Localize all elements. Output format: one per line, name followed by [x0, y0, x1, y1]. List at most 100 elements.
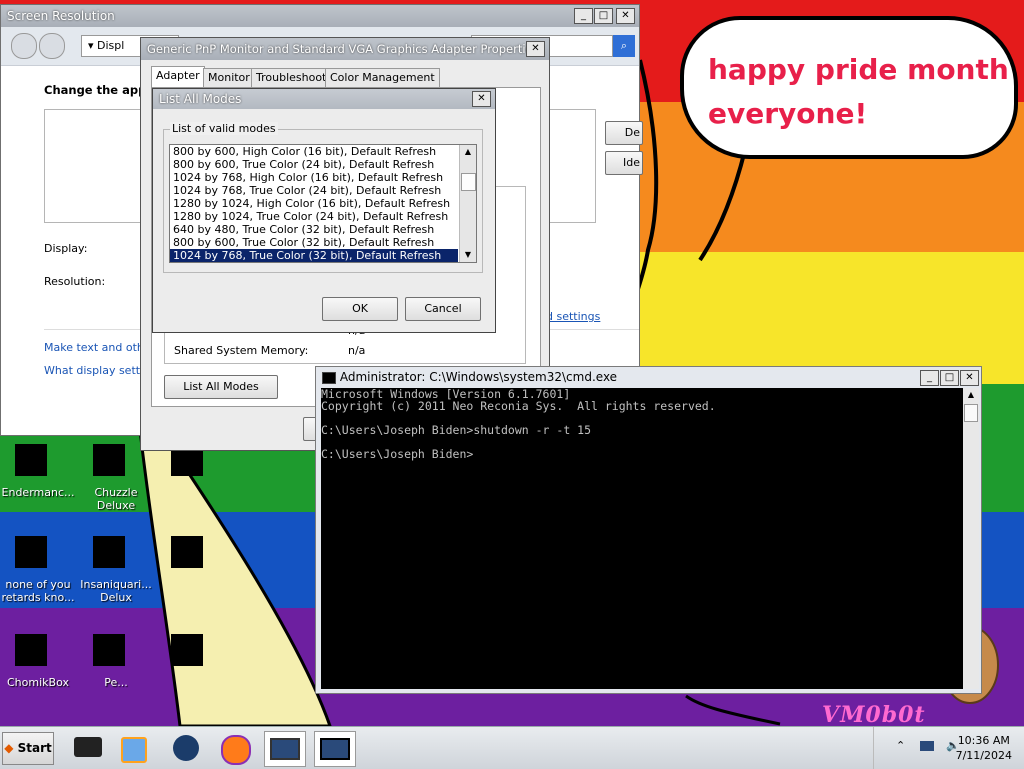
speech-bubble: happy pride month everyone! [680, 16, 1018, 159]
tab-monitor[interactable]: Monitor [203, 68, 255, 87]
desktop-icon-chomikbox[interactable]: ChomikBox [0, 626, 76, 689]
desktop-icon-6[interactable] [156, 528, 232, 578]
maximize-button[interactable]: □ [940, 370, 959, 386]
network-icon[interactable] [920, 741, 934, 751]
tab-troubleshoot[interactable]: Troubleshoot [251, 68, 332, 87]
taskbar-display-settings-icon[interactable] [264, 731, 306, 767]
mode-list-item[interactable]: 800 by 600, High Color (16 bit), Default… [170, 145, 458, 158]
desktop-icon-endermanch[interactable]: Endermanc... [0, 436, 76, 499]
desktop-icon-label: Endermanc... [1, 486, 75, 499]
dialog-title: List All Modes [159, 92, 242, 106]
desktop-icon-label: Chuzzle Deluxe [94, 486, 138, 512]
fish-icon [93, 536, 125, 568]
speech-line-2: everyone! [708, 97, 868, 130]
desktop-icon-label: Pe... [104, 676, 128, 689]
mode-list-item[interactable]: 1024 by 768, True Color (32 bit), Defaul… [170, 249, 458, 262]
mode-list-item[interactable]: 800 by 600, True Color (32 bit), Default… [170, 236, 458, 249]
desktop-icon-9[interactable] [156, 626, 232, 676]
vmobot-watermark: VM0b0t [822, 702, 926, 726]
desktop-icon-chrome[interactable]: none of you retards kno... [0, 528, 76, 604]
window-title: Administrator: C:\Windows\system32\cmd.e… [339, 370, 618, 384]
cancel-button[interactable]: Cancel [405, 297, 481, 321]
page-heading: Change the appe [44, 83, 155, 97]
forward-button[interactable] [39, 33, 65, 59]
game-icon [93, 444, 125, 476]
app-icon [171, 634, 203, 666]
ok-button[interactable]: OK [322, 297, 398, 321]
taskbar-app-icon[interactable] [68, 731, 108, 765]
console-line: C:\Users\Joseph Biden>shutdown -r -t 15 [321, 423, 592, 437]
close-button[interactable]: ✕ [616, 8, 635, 24]
search-icon[interactable]: ⌕ [613, 35, 635, 57]
tab-color-management[interactable]: Color Management [325, 68, 440, 87]
address-text: Displ [97, 39, 125, 52]
cmd-window: Administrator: C:\Windows\system32\cmd.e… [315, 366, 982, 694]
console-output[interactable]: Microsoft Windows [Version 6.1.7601] Copy… [321, 388, 963, 689]
desktop-icon-label: none of you retards kno... [1, 578, 75, 604]
mode-list-item[interactable]: 1024 by 768, High Color (16 bit), Defaul… [170, 171, 458, 184]
back-button[interactable] [11, 33, 37, 59]
app-icon [15, 444, 47, 476]
desktop-icon-label: ChomikBox [7, 676, 69, 689]
app-icon [93, 634, 125, 666]
hamster-icon [15, 634, 47, 666]
identify-button[interactable]: Ide [605, 151, 643, 175]
taskbar-cmd-icon[interactable] [314, 731, 356, 767]
taskbar-media-player-icon[interactable] [114, 731, 154, 765]
speech-line-1: happy pride month [708, 53, 1009, 86]
display-label: Display: [44, 242, 88, 255]
scroll-thumb[interactable] [461, 173, 476, 191]
start-label: Start [17, 741, 52, 755]
chevron-down-icon: ▾ [88, 39, 98, 52]
start-button[interactable]: ◆ Start [2, 732, 54, 765]
clock-date: 7/11/2024 [955, 749, 1012, 762]
windows-logo-icon: ◆ [4, 741, 14, 755]
chrome-icon [15, 536, 47, 568]
vertical-scrollbar[interactable]: ▲ [963, 388, 979, 689]
shared-memory-value: n/a [348, 344, 366, 357]
mode-list-item[interactable]: 800 by 600, True Color (24 bit), Default… [170, 158, 458, 171]
archive-icon [171, 536, 203, 568]
properties-titlebar[interactable]: Generic PnP Monitor and Standard VGA Gra… [141, 38, 549, 60]
detect-button[interactable]: De [605, 121, 643, 145]
close-button[interactable]: ✕ [960, 370, 979, 386]
clock[interactable]: 10:36 AM 7/11/2024 [956, 733, 1012, 763]
taskbar-globe-icon[interactable] [166, 731, 206, 765]
mode-list-item[interactable]: 640 by 480, True Color (32 bit), Default… [170, 223, 458, 236]
text-size-link[interactable]: Make text and other [44, 341, 155, 354]
console-line: C:\Users\Joseph Biden> [321, 447, 474, 461]
system-tray: ⌃ 🔈 10:36 AM 7/11/2024 [873, 727, 1024, 769]
maximize-button[interactable]: □ [594, 8, 613, 24]
cmd-icon [322, 371, 336, 384]
taskbar-firefox-icon[interactable] [216, 731, 256, 765]
resolution-label: Resolution: [44, 275, 106, 288]
mode-list-item[interactable]: 1280 by 1024, True Color (24 bit), Defau… [170, 210, 458, 223]
desktop-icon-8[interactable]: Pe... [78, 626, 154, 689]
close-button[interactable]: ✕ [526, 41, 545, 57]
scroll-up-icon[interactable]: ▲ [460, 145, 476, 159]
desktop-icon-label: Insaniquari... Delux [80, 578, 152, 604]
modes-listbox[interactable]: 800 by 600, High Color (16 bit), Default… [169, 144, 477, 263]
cmd-titlebar[interactable]: Administrator: C:\Windows\system32\cmd.e… [316, 367, 981, 387]
list-modes-titlebar[interactable]: List All Modes ✕ [153, 89, 495, 109]
advanced-settings-link[interactable]: d settings [546, 310, 600, 323]
close-button[interactable]: ✕ [472, 91, 491, 107]
minimize-button[interactable]: _ [574, 8, 593, 24]
mode-list-item[interactable]: 1024 by 768, True Color (24 bit), Defaul… [170, 184, 458, 197]
screen-resolution-titlebar[interactable]: Screen Resolution _ □ ✕ [1, 5, 639, 27]
scroll-thumb[interactable] [964, 404, 978, 422]
vertical-scrollbar[interactable]: ▲ ▼ [459, 145, 476, 262]
minimize-button[interactable]: _ [920, 370, 939, 386]
window-title: Screen Resolution [7, 9, 115, 23]
shared-memory-label: Shared System Memory: [174, 344, 309, 357]
clock-time: 10:36 AM [957, 734, 1010, 747]
scroll-down-icon[interactable]: ▼ [460, 248, 476, 262]
dialog-title: Generic PnP Monitor and Standard VGA Gra… [147, 42, 539, 56]
list-all-modes-button[interactable]: List All Modes [164, 375, 278, 399]
tab-adapter[interactable]: Adapter [151, 66, 205, 88]
scroll-up-icon[interactable]: ▲ [963, 388, 979, 402]
mode-list-item[interactable]: 1280 by 1024, High Color (16 bit), Defau… [170, 197, 458, 210]
desktop-icon-insaniquarium[interactable]: Insaniquari... Delux [78, 528, 154, 604]
chevron-up-icon[interactable]: ⌃ [896, 739, 905, 752]
group-label: List of valid modes [170, 122, 278, 135]
